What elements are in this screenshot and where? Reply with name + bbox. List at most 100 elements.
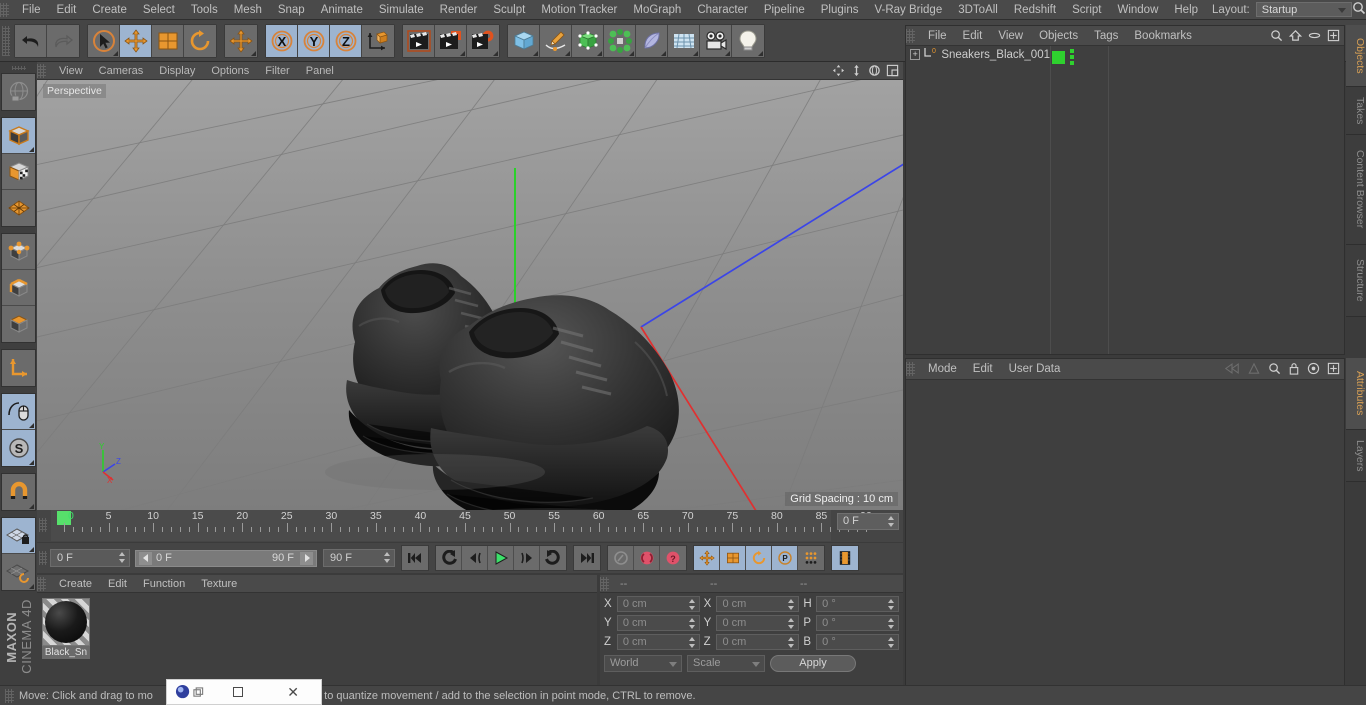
- status-bar-grip[interactable]: [5, 688, 14, 703]
- workplane-lock-button[interactable]: [2, 518, 35, 555]
- expand-icon[interactable]: [1327, 362, 1340, 378]
- stepper-arrows-icon[interactable]: [788, 618, 795, 629]
- menu-vray-bridge[interactable]: V-Ray Bridge: [866, 0, 950, 20]
- lock-icon[interactable]: [1288, 362, 1300, 378]
- tab-layers[interactable]: Layers: [1346, 430, 1366, 482]
- target-icon[interactable]: [1307, 362, 1320, 378]
- menu-edit[interactable]: Edit: [49, 0, 85, 20]
- current-frame-field[interactable]: 0 F: [50, 549, 130, 567]
- transport-grip[interactable]: [39, 551, 47, 565]
- viewport-menu-filter[interactable]: Filter: [257, 62, 297, 80]
- viewport-menu-display[interactable]: Display: [151, 62, 203, 80]
- menu-mesh[interactable]: Mesh: [226, 0, 270, 20]
- viewport-menu-cameras[interactable]: Cameras: [91, 62, 152, 80]
- max-frame-field[interactable]: 90 F: [323, 549, 395, 567]
- move-tool-alt[interactable]: [225, 24, 257, 57]
- layout-dropdown[interactable]: Startup: [1255, 2, 1352, 17]
- timeline-grip[interactable]: [39, 518, 47, 532]
- auto-snapping-button[interactable]: S: [2, 430, 35, 467]
- world-object-coordinates[interactable]: [362, 24, 394, 57]
- restore-window-button[interactable]: [211, 687, 265, 697]
- record-rotation-button[interactable]: [746, 546, 772, 570]
- polygons-mode-button[interactable]: [2, 306, 35, 343]
- pan-icon[interactable]: [832, 64, 845, 77]
- planar-workplane-button[interactable]: [2, 554, 35, 591]
- object-row-sneakers[interactable]: + 0 Sneakers_Black_001: [906, 46, 1050, 63]
- record-position-button[interactable]: [694, 546, 720, 570]
- object-manager-body[interactable]: + 0 Sneakers_Black_001: [906, 46, 1344, 354]
- rotation-p-input[interactable]: 0 °: [816, 615, 900, 631]
- history-forward-icon[interactable]: [1247, 362, 1261, 378]
- rotate-icon[interactable]: [868, 64, 881, 77]
- workplane-mode-button[interactable]: [2, 190, 35, 227]
- object-menu-view[interactable]: View: [990, 26, 1031, 46]
- menu-grip[interactable]: [0, 2, 9, 17]
- material-menu-texture[interactable]: Texture: [193, 575, 245, 593]
- add-camera-button[interactable]: [700, 24, 732, 57]
- app-orb-icon[interactable]: [167, 684, 211, 701]
- object-manager-grip[interactable]: [906, 28, 915, 43]
- add-mograph-button[interactable]: [604, 24, 636, 57]
- menu-file[interactable]: File: [14, 0, 49, 20]
- object-tags[interactable]: [1052, 49, 1074, 65]
- play-button[interactable]: [488, 546, 514, 570]
- material-item[interactable]: Black_Sn: [42, 598, 90, 659]
- record-active-objects-button[interactable]: [634, 546, 660, 570]
- search-icon[interactable]: [1270, 29, 1283, 45]
- step-forward-button[interactable]: [514, 546, 540, 570]
- go-to-previous-key-button[interactable]: [436, 546, 462, 570]
- stepper-arrows-icon[interactable]: [688, 618, 696, 629]
- stepper-arrows-icon[interactable]: [888, 637, 895, 648]
- edges-mode-button[interactable]: [2, 270, 35, 307]
- range-end-handle[interactable]: [300, 551, 313, 565]
- material-menu-grip[interactable]: [37, 576, 46, 591]
- viewport-menu-panel[interactable]: Panel: [298, 62, 342, 80]
- material-tag-icon[interactable]: [1052, 50, 1065, 64]
- search-icon[interactable]: [1352, 1, 1366, 18]
- rotate-tool[interactable]: [184, 24, 216, 57]
- timeline-ruler[interactable]: 051015202530354045505560657075808590: [51, 510, 872, 541]
- go-to-next-key-button[interactable]: [540, 546, 566, 570]
- material-menu-function[interactable]: Function: [135, 575, 193, 593]
- stepper-arrows-icon[interactable]: [888, 599, 895, 610]
- expand-icon[interactable]: [1327, 29, 1340, 45]
- expand-node-icon[interactable]: +: [910, 49, 921, 60]
- attribute-manager-grip[interactable]: [906, 362, 915, 376]
- menu-simulate[interactable]: Simulate: [371, 0, 432, 20]
- scale-tool[interactable]: [152, 24, 184, 57]
- lock-x-axis[interactable]: X: [266, 24, 298, 57]
- home-icon[interactable]: [1288, 29, 1303, 45]
- tab-structure[interactable]: Structure: [1346, 245, 1366, 317]
- left-toolbar-grip[interactable]: [11, 66, 26, 71]
- coordinates-grip[interactable]: [600, 576, 609, 591]
- add-light-button[interactable]: [732, 24, 764, 57]
- object-menu-objects[interactable]: Objects: [1031, 26, 1086, 46]
- object-axis-mode-button[interactable]: [2, 350, 35, 387]
- menu-3dtoall[interactable]: 3DToAll: [950, 0, 1006, 20]
- render-to-picture-viewer-button[interactable]: [435, 24, 467, 57]
- menu-motion-tracker[interactable]: Motion Tracker: [533, 0, 625, 20]
- visibility-dots-icon[interactable]: [1070, 49, 1074, 65]
- position-x-input[interactable]: 0 cm: [616, 596, 700, 612]
- add-deformer-button[interactable]: [636, 24, 668, 57]
- step-back-button[interactable]: [462, 546, 488, 570]
- add-spline-button[interactable]: [540, 24, 572, 57]
- model-mode-button[interactable]: [2, 118, 35, 155]
- menu-tools[interactable]: Tools: [183, 0, 226, 20]
- size-x-input[interactable]: 0 cm: [716, 596, 800, 612]
- attribute-menu-edit[interactable]: Edit: [965, 359, 1001, 379]
- render-settings-button[interactable]: [467, 24, 499, 57]
- material-menu-edit[interactable]: Edit: [100, 575, 135, 593]
- points-mode-button[interactable]: [2, 234, 35, 271]
- lock-y-axis[interactable]: Y: [298, 24, 330, 57]
- tab-attributes[interactable]: Attributes: [1346, 358, 1366, 430]
- material-thumbnail[interactable]: [42, 598, 90, 646]
- timeline-view-button[interactable]: [832, 546, 858, 570]
- render-view-button[interactable]: [403, 24, 435, 57]
- menu-create[interactable]: Create: [84, 0, 135, 20]
- add-cube-button[interactable]: [508, 24, 540, 57]
- stepper-arrows-icon[interactable]: [688, 637, 696, 648]
- stepper-arrows-icon[interactable]: [384, 552, 391, 563]
- tab-content-browser[interactable]: Content Browser: [1346, 135, 1366, 245]
- menu-redshift[interactable]: Redshift: [1006, 0, 1064, 20]
